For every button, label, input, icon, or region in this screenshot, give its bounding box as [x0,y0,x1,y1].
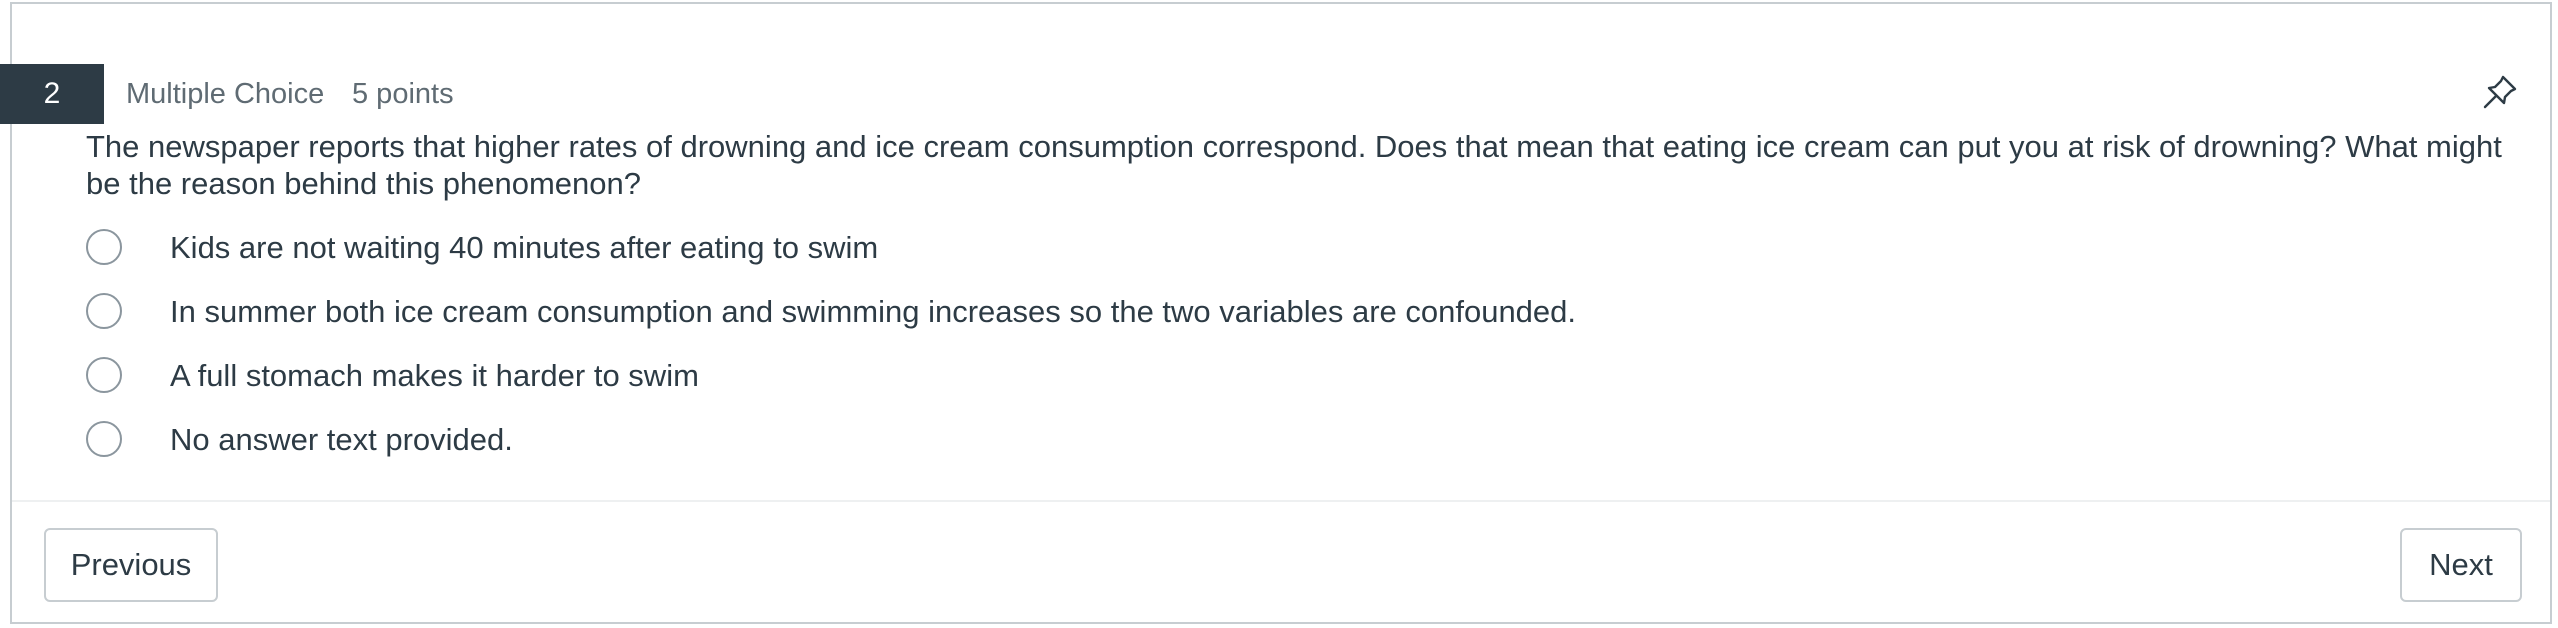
answer-option[interactable]: A full stomach makes it harder to swim [86,352,699,398]
question-points-label: 5 points [352,78,454,110]
question-text: The newspaper reports that higher rates … [86,129,2502,201]
answer-label[interactable]: No answer text provided. [170,422,513,458]
footer-divider [12,500,2550,502]
answer-label[interactable]: In summer both ice cream consumption and… [170,294,1576,330]
question-number-badge: 2 [0,64,104,124]
answer-label[interactable]: A full stomach makes it harder to swim [170,358,699,394]
answer-radio[interactable] [86,421,122,457]
answer-radio[interactable] [86,293,122,329]
next-button[interactable]: Next [2400,528,2522,602]
answer-radio[interactable] [86,229,122,265]
pin-icon[interactable] [2480,72,2520,112]
answer-label[interactable]: Kids are not waiting 40 minutes after ea… [170,230,878,266]
answer-radio[interactable] [86,357,122,393]
question-type-label: Multiple Choice [126,78,325,110]
answer-option[interactable]: Kids are not waiting 40 minutes after ea… [86,224,878,270]
previous-button[interactable]: Previous [44,528,218,602]
answer-option[interactable]: In summer both ice cream consumption and… [86,288,1576,334]
answer-option[interactable]: No answer text provided. [86,416,513,462]
question-card: 2 Multiple Choice 5 points The newspaper… [0,2,2552,624]
